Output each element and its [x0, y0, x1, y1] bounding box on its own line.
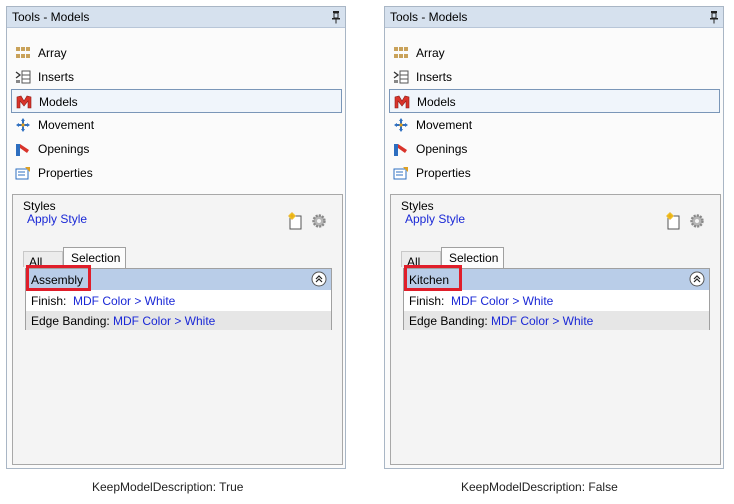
tab-selection-label: Selection [449, 251, 499, 265]
array-icon [16, 47, 30, 58]
property-value[interactable]: MDF Color > White [73, 294, 175, 308]
panel-titlebar: Tools - Models [385, 7, 723, 28]
highlight-box [404, 265, 462, 291]
styles-label: Styles [23, 199, 56, 213]
tools-menu: Array Inserts Models Movement Openings P… [11, 41, 342, 185]
panel-title: Tools - Models [12, 10, 90, 24]
models-icon [16, 95, 32, 109]
property-key: Edge Banding: [31, 314, 110, 328]
inserts-icon [15, 70, 31, 84]
menu-item-movement[interactable]: Movement [11, 113, 342, 137]
models-icon [394, 95, 410, 109]
tools-menu: Array Inserts Models Movement Openings P… [389, 41, 720, 185]
menu-item-array[interactable]: Array [11, 41, 342, 65]
menu-item-label: Models [39, 95, 78, 109]
collapse-icon[interactable] [689, 271, 705, 287]
menu-item-array[interactable]: Array [389, 41, 720, 65]
property-key: Edge Banding: [409, 314, 488, 328]
menu-item-models[interactable]: Models [11, 89, 342, 113]
property-value[interactable]: MDF Color > White [113, 314, 215, 328]
apply-style-link[interactable]: Apply Style [27, 212, 87, 226]
menu-item-openings[interactable]: Openings [11, 137, 342, 161]
collapse-icon[interactable] [311, 271, 327, 287]
new-style-icon[interactable] [288, 212, 304, 230]
menu-item-properties[interactable]: Properties [11, 161, 342, 185]
property-key: Finish: [31, 294, 67, 308]
menu-item-movement[interactable]: Movement [389, 113, 720, 137]
new-style-icon[interactable] [666, 212, 682, 230]
menu-item-label: Properties [38, 166, 93, 180]
styles-group: Styles Apply Style All Selection Assembl… [12, 194, 343, 465]
movement-icon [16, 118, 30, 132]
menu-item-label: Openings [38, 142, 90, 156]
caption: KeepModelDescription: False [461, 480, 618, 494]
menu-item-label: Properties [416, 166, 471, 180]
menu-item-label: Movement [416, 118, 473, 132]
menu-item-inserts[interactable]: Inserts [389, 65, 720, 89]
menu-item-properties[interactable]: Properties [389, 161, 720, 185]
menu-item-models[interactable]: Models [389, 89, 720, 113]
gear-icon[interactable] [311, 213, 327, 229]
menu-item-label: Inserts [416, 70, 453, 84]
menu-item-label: Array [416, 46, 445, 60]
apply-style-link[interactable]: Apply Style [405, 212, 465, 226]
highlight-box [26, 265, 91, 291]
tools-models-panel-left: Tools - Models Array Inserts Models Move… [6, 6, 346, 469]
menu-item-label: Openings [416, 142, 468, 156]
property-row-edge-banding[interactable]: Edge Banding: MDF Color > White [404, 311, 709, 330]
menu-item-label: Movement [38, 118, 95, 132]
property-row-finish[interactable]: Finish: MDF Color > White [404, 291, 709, 310]
menu-item-inserts[interactable]: Inserts [11, 65, 342, 89]
tab-selection-label: Selection [71, 251, 121, 265]
inserts-icon [393, 70, 409, 84]
pin-icon[interactable] [331, 10, 341, 24]
caption: KeepModelDescription: True [92, 480, 244, 494]
menu-item-label: Inserts [38, 70, 75, 84]
property-row-edge-banding[interactable]: Edge Banding: MDF Color > White [26, 311, 331, 330]
openings-icon [394, 144, 407, 156]
property-value[interactable]: MDF Color > White [451, 294, 553, 308]
styles-group: Styles Apply Style All Selection Kitchen… [390, 194, 721, 465]
openings-icon [16, 144, 29, 156]
menu-item-label: Models [417, 95, 456, 109]
gear-icon[interactable] [689, 213, 705, 229]
panel-title: Tools - Models [390, 10, 468, 24]
properties-icon [15, 167, 30, 180]
property-row-finish[interactable]: Finish: MDF Color > White [26, 291, 331, 310]
menu-item-openings[interactable]: Openings [389, 137, 720, 161]
array-icon [394, 47, 408, 58]
property-value[interactable]: MDF Color > White [491, 314, 593, 328]
property-key: Finish: [409, 294, 445, 308]
movement-icon [394, 118, 408, 132]
menu-item-label: Array [38, 46, 67, 60]
properties-icon [393, 167, 408, 180]
pin-icon[interactable] [709, 10, 719, 24]
panel-titlebar: Tools - Models [7, 7, 345, 28]
tools-models-panel-right: Tools - Models Array Inserts Models Move… [384, 6, 724, 469]
styles-label: Styles [401, 199, 434, 213]
